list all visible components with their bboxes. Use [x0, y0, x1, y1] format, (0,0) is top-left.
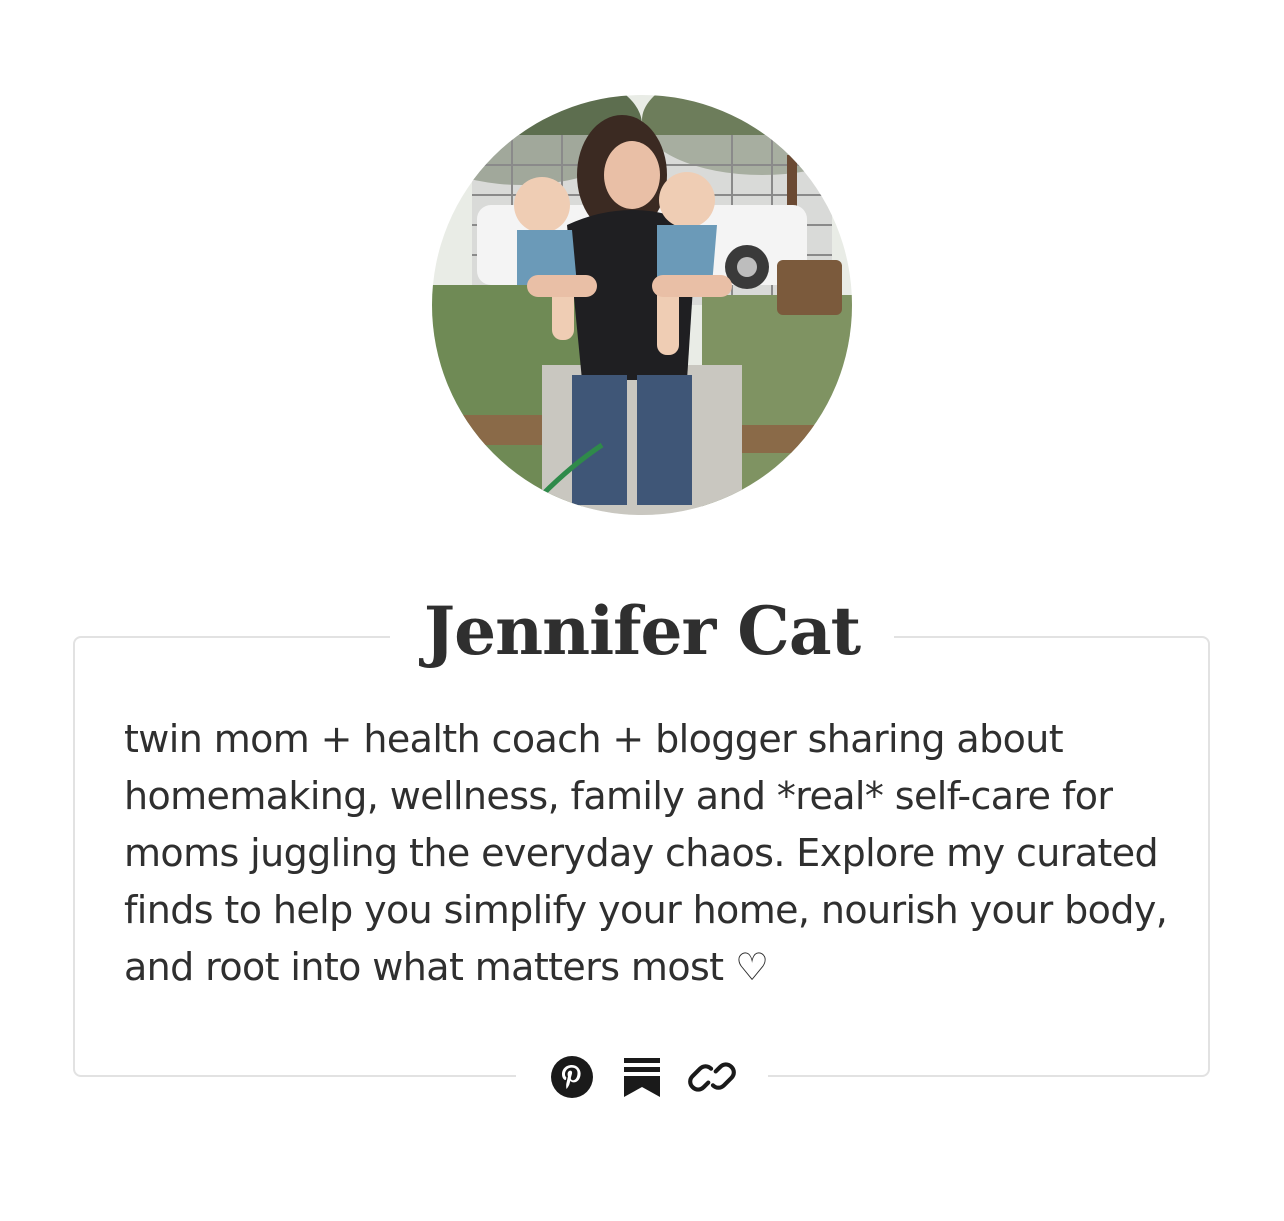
profile-bio: twin mom + health coach + blogger sharin…: [124, 717, 1168, 989]
pinterest-link[interactable]: [548, 1053, 596, 1101]
social-links: [516, 1052, 768, 1102]
profile-photo: [432, 95, 852, 515]
pinterest-icon: [551, 1056, 593, 1098]
substack-icon: [624, 1058, 660, 1097]
avatar: [432, 95, 852, 515]
website-link[interactable]: [688, 1053, 736, 1101]
substack-link[interactable]: [618, 1053, 666, 1101]
link-icon: [688, 1062, 736, 1092]
